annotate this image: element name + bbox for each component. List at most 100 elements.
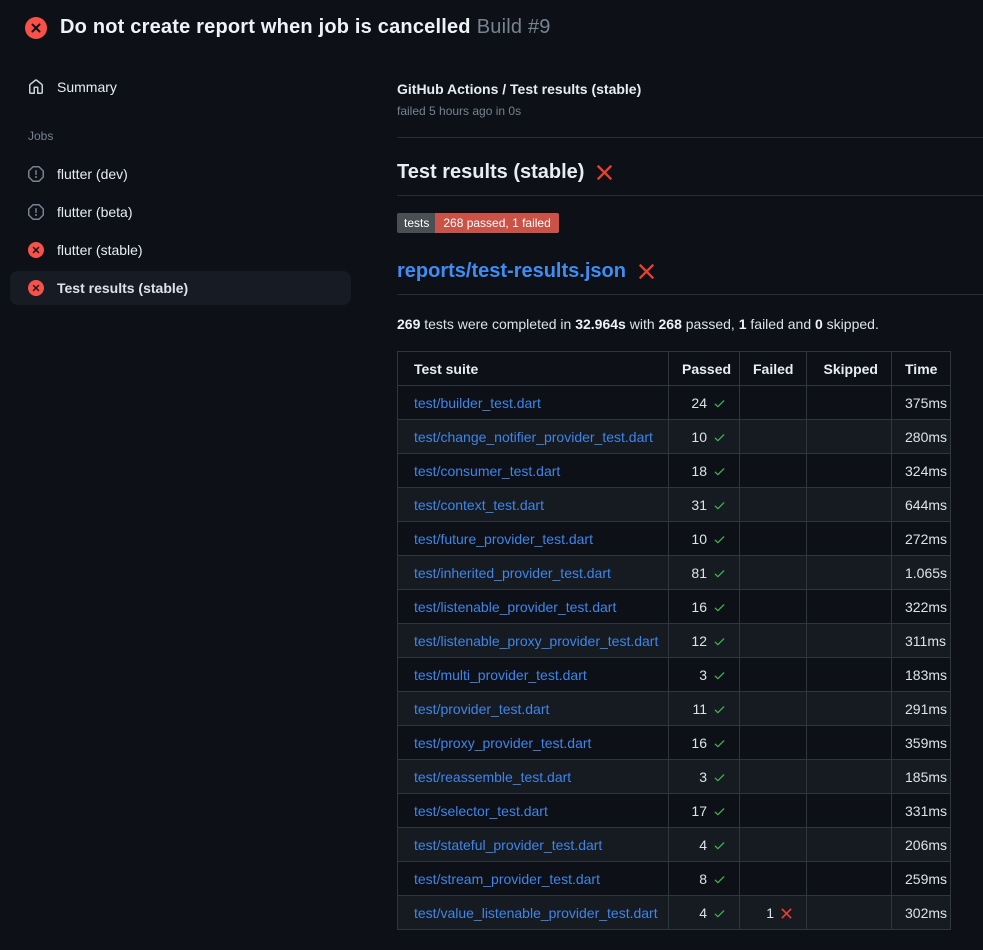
x-circle-icon xyxy=(28,242,44,258)
summary-segment: tests were completed in xyxy=(420,316,575,332)
test-suite-link[interactable]: test/inherited_provider_test.dart xyxy=(414,565,611,581)
skipped-cell xyxy=(807,794,892,828)
test-suite-link[interactable]: test/stateful_provider_test.dart xyxy=(414,837,602,853)
failed-cell xyxy=(740,760,807,794)
passed-cell-value: 16 xyxy=(691,599,707,615)
time-cell: 291ms xyxy=(892,692,951,726)
sidebar-item-summary[interactable]: Summary xyxy=(10,75,390,99)
job-label: flutter (dev) xyxy=(57,166,128,182)
test-suite-link[interactable]: test/proxy_provider_test.dart xyxy=(414,735,591,751)
test-suite-link[interactable]: test/provider_test.dart xyxy=(414,701,549,717)
time-cell: 272ms xyxy=(892,522,951,556)
failed-cell xyxy=(740,556,807,590)
test-suite-link[interactable]: test/future_provider_test.dart xyxy=(414,531,593,547)
table-row: test/reassemble_test.dart3185ms xyxy=(398,760,951,794)
skipped-cell xyxy=(807,386,892,420)
test-suite-link[interactable]: test/value_listenable_provider_test.dart xyxy=(414,905,658,921)
column-header-failed: Failed xyxy=(740,352,807,386)
job-label: flutter (beta) xyxy=(57,204,132,220)
passed-cell: 11 xyxy=(669,692,740,726)
skipped-cell xyxy=(807,454,892,488)
test-suite-cell: test/context_test.dart xyxy=(398,488,669,522)
failed-cell xyxy=(740,420,807,454)
passed-cell-value: 17 xyxy=(691,803,707,819)
skipped-cell xyxy=(807,590,892,624)
stop-icon xyxy=(28,166,44,182)
sidebar-item-test-results-stable[interactable]: Test results (stable) xyxy=(10,271,351,305)
skipped-cell xyxy=(807,420,892,454)
time-cell: 359ms xyxy=(892,726,951,760)
stop-icon xyxy=(28,204,44,220)
passed-cell: 24 xyxy=(669,386,740,420)
test-suite-cell: test/reassemble_test.dart xyxy=(398,760,669,794)
table-row: test/multi_provider_test.dart3183ms xyxy=(398,658,951,692)
passed-cell: 16 xyxy=(669,590,740,624)
column-header-skipped: Skipped xyxy=(807,352,892,386)
passed-cell-value: 4 xyxy=(699,837,707,853)
sidebar: Summary Jobs flutter (dev) flutter (beta)… xyxy=(0,49,390,309)
table-row: test/change_notifier_provider_test.dart1… xyxy=(398,420,951,454)
sidebar-item-flutter-stable[interactable]: flutter (stable) xyxy=(10,233,351,267)
passed-cell-value: 16 xyxy=(691,735,707,751)
failed-cell xyxy=(740,828,807,862)
test-suite-link[interactable]: test/change_notifier_provider_test.dart xyxy=(414,429,653,445)
summary-segment: failed and xyxy=(747,316,816,332)
check-icon xyxy=(713,737,726,750)
failed-cell xyxy=(740,862,807,896)
divider xyxy=(397,137,983,138)
test-suite-link[interactable]: test/reassemble_test.dart xyxy=(414,769,571,785)
sidebar-item-flutter-dev[interactable]: flutter (dev) xyxy=(10,157,351,191)
run-title-text: Do not create report when job is cancell… xyxy=(60,16,471,38)
test-suite-link[interactable]: test/selector_test.dart xyxy=(414,803,548,819)
home-icon xyxy=(28,79,44,95)
tests-badge-label: tests xyxy=(397,213,435,233)
skipped-cell xyxy=(807,556,892,590)
test-suite-link[interactable]: test/listenable_provider_test.dart xyxy=(414,599,616,615)
time-cell: 311ms xyxy=(892,624,951,658)
failed-cell xyxy=(740,794,807,828)
passed-cell-value: 8 xyxy=(699,871,707,887)
test-suite-cell: test/listenable_provider_test.dart xyxy=(398,590,669,624)
table-row: test/value_listenable_provider_test.dart… xyxy=(398,896,951,930)
tests-badge: tests 268 passed, 1 failed xyxy=(397,213,559,233)
summary-segment: 32.964s xyxy=(575,316,626,332)
report-link[interactable]: reports/test-results.json xyxy=(397,260,626,283)
passed-cell: 18 xyxy=(669,454,740,488)
skipped-cell xyxy=(807,828,892,862)
passed-cell: 10 xyxy=(669,522,740,556)
failed-cell-value: 1 xyxy=(766,905,774,921)
test-suite-cell: test/proxy_provider_test.dart xyxy=(398,726,669,760)
test-suite-cell: test/stateful_provider_test.dart xyxy=(398,828,669,862)
check-icon xyxy=(713,635,726,648)
passed-cell: 12 xyxy=(669,624,740,658)
failed-cell xyxy=(740,658,807,692)
jobs-section-label: Jobs xyxy=(28,129,390,143)
passed-cell-value: 24 xyxy=(691,395,707,411)
skipped-cell xyxy=(807,896,892,930)
failed-cell xyxy=(740,454,807,488)
passed-cell: 31 xyxy=(669,488,740,522)
summary-line: 269 tests were completed in 32.964s with… xyxy=(397,316,983,332)
test-suite-link[interactable]: test/consumer_test.dart xyxy=(414,463,560,479)
test-suite-link[interactable]: test/stream_provider_test.dart xyxy=(414,871,600,887)
skipped-cell xyxy=(807,624,892,658)
check-icon xyxy=(713,397,726,410)
sidebar-item-flutter-beta[interactable]: flutter (beta) xyxy=(10,195,351,229)
check-icon xyxy=(713,907,726,920)
check-icon xyxy=(713,669,726,682)
table-header-row: Test suite Passed Failed Skipped Time xyxy=(398,352,951,386)
test-suite-link[interactable]: test/context_test.dart xyxy=(414,497,544,513)
test-suite-cell: test/provider_test.dart xyxy=(398,692,669,726)
test-suite-link[interactable]: test/multi_provider_test.dart xyxy=(414,667,587,683)
table-row: test/proxy_provider_test.dart 16 359ms xyxy=(398,726,951,760)
section-heading: Test results (stable) xyxy=(397,161,983,184)
test-results-table: Test suite Passed Failed Skipped Time te… xyxy=(397,351,951,930)
test-suite-link[interactable]: test/listenable_proxy_provider_test.dart xyxy=(414,633,658,649)
skipped-cell xyxy=(807,488,892,522)
passed-cell-value: 10 xyxy=(691,531,707,547)
time-cell: 302ms xyxy=(892,896,951,930)
summary-segment: 268 xyxy=(659,316,682,332)
check-icon xyxy=(713,465,726,478)
passed-cell: 4 xyxy=(669,828,740,862)
test-suite-link[interactable]: test/builder_test.dart xyxy=(414,395,541,411)
